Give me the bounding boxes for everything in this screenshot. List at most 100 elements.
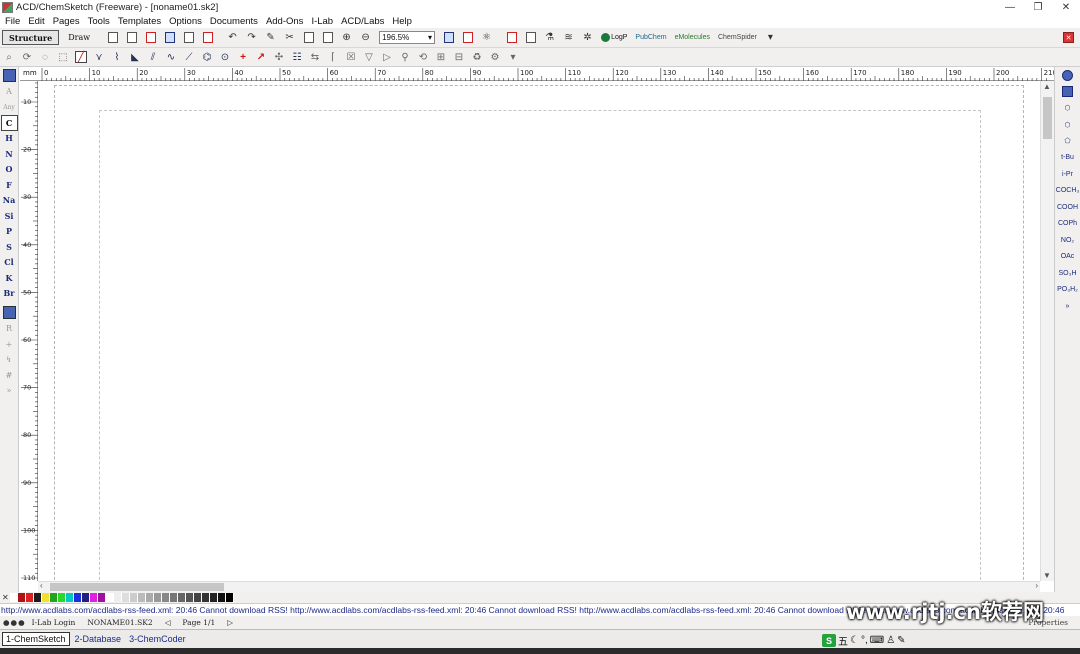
color-swatch[interactable] — [34, 593, 42, 602]
maximize-button[interactable]: ❐ — [1024, 0, 1052, 14]
table-icon[interactable]: ☷ — [291, 51, 303, 63]
name-icon[interactable] — [524, 31, 537, 44]
element-table-icon[interactable] — [2, 306, 16, 319]
search-structure-icon[interactable]: ⌕ — [3, 51, 15, 63]
menu-edit[interactable]: Edit — [24, 16, 48, 27]
rotate-icon[interactable]: ⟳ — [21, 51, 33, 63]
tab-chemsketch[interactable]: 1-ChemSketch — [2, 632, 70, 646]
redo-icon[interactable]: ↷ — [245, 31, 258, 44]
ilab-login-link[interactable]: I-Lab Login — [32, 618, 76, 627]
acd-name-icon[interactable]: ≋ — [562, 31, 575, 44]
color-swatch[interactable] — [154, 593, 162, 602]
color-swatch[interactable] — [10, 593, 18, 602]
wavy-bond-icon[interactable]: ∿ — [165, 51, 177, 63]
zoom-out-icon[interactable]: ⊖ — [359, 31, 372, 44]
molecule-icon[interactable]: ✲ — [581, 31, 594, 44]
flip-horizontal-icon[interactable]: ▷ — [381, 51, 393, 63]
zoom-select[interactable]: 196.5% ▾ — [379, 31, 436, 44]
group-icon[interactable]: ⊟ — [453, 51, 465, 63]
align-icon[interactable]: ⊞ — [435, 51, 447, 63]
group-cooh-button[interactable]: COOH — [1056, 199, 1080, 216]
atom-any-button[interactable]: Any — [1, 100, 18, 116]
group-oac-button[interactable]: OAc — [1056, 249, 1080, 266]
group-i-pr-button[interactable]: i-Pr — [1056, 166, 1080, 183]
horizontal-scroll-thumb[interactable] — [50, 583, 224, 591]
flask-icon[interactable]: ⚗ — [543, 31, 556, 44]
group-coch3-button[interactable]: COCH₃ — [1056, 183, 1080, 200]
color-swatch[interactable] — [226, 593, 234, 602]
template-window-icon[interactable] — [1056, 67, 1080, 84]
scroll-left-icon[interactable]: ‹ — [40, 581, 43, 590]
wedge-bond-icon[interactable]: ◣ — [129, 51, 141, 63]
menu-options[interactable]: Options — [165, 16, 206, 27]
hexagon-ring-icon[interactable]: ⬡ — [1056, 100, 1080, 117]
group-t-bu-button[interactable]: t-Bu — [1056, 150, 1080, 167]
element-o-button[interactable]: O — [1, 162, 18, 178]
chemspider-link[interactable]: ChemSpider — [718, 34, 757, 41]
color-swatch[interactable] — [90, 593, 98, 602]
tools-overflow-icon[interactable]: ▾ — [507, 51, 519, 63]
atom-number-button[interactable]: # — [1, 368, 18, 384]
stereo-bond-icon[interactable]: ⟋ — [183, 51, 195, 63]
punctuation-icon[interactable]: °, — [861, 635, 868, 646]
isotope-button[interactable]: ↯ — [1, 352, 18, 368]
element-na-button[interactable]: Na — [1, 193, 18, 209]
scroll-right-icon[interactable]: › — [1035, 581, 1038, 590]
undo-icon[interactable]: ↶ — [226, 31, 239, 44]
bracket-icon[interactable]: ⌈ — [327, 51, 339, 63]
drawing-canvas[interactable] — [38, 81, 1040, 581]
color-swatch[interactable] — [202, 593, 210, 602]
open-folder-icon[interactable] — [144, 31, 157, 44]
scroll-down-icon[interactable]: ▼ — [1043, 571, 1051, 580]
group-po3h2-button[interactable]: PO₃H₂ — [1056, 282, 1080, 299]
element-p-button[interactable]: P — [1, 224, 18, 240]
color-swatch[interactable] — [170, 593, 178, 602]
close-button[interactable]: ✕ — [1052, 0, 1080, 14]
color-swatch[interactable] — [162, 593, 170, 602]
lasso-icon[interactable]: ◌ — [39, 51, 51, 63]
scroll-up-icon[interactable]: ▲ — [1043, 82, 1051, 91]
horizontal-scrollbar[interactable]: ‹ › — [38, 581, 1040, 592]
clean-structure-icon[interactable]: ✣ — [273, 51, 285, 63]
color-swatch[interactable] — [186, 593, 194, 602]
color-swatch[interactable] — [74, 593, 82, 602]
user-icon[interactable]: ♙ — [886, 635, 895, 646]
element-f-button[interactable]: F — [1, 177, 18, 193]
periodic-table-icon[interactable] — [2, 69, 16, 82]
keyboard-icon[interactable]: ⌨ — [870, 635, 884, 646]
group-coph-button[interactable]: COPh — [1056, 216, 1080, 233]
menu-tools[interactable]: Tools — [84, 16, 114, 27]
color-swatch[interactable] — [130, 593, 138, 602]
element-c-button[interactable]: C — [0, 115, 18, 131]
menu-add-ons[interactable]: Add-Ons — [262, 16, 308, 27]
left-toolbar-overflow[interactable]: » — [1, 383, 18, 399]
pin-icon[interactable]: ⚲ — [399, 51, 411, 63]
menu-i-lab[interactable]: I-Lab — [307, 16, 337, 27]
cut-icon[interactable]: ✂ — [283, 31, 296, 44]
reaction-arrow-icon[interactable]: ⇆ — [309, 51, 321, 63]
plus-charge-icon[interactable]: + — [237, 51, 249, 63]
group-so3h-button[interactable]: SO₃H — [1056, 265, 1080, 282]
element-k-button[interactable]: K — [1, 270, 18, 286]
pentagon-ring-icon[interactable]: ⬠ — [1056, 133, 1080, 150]
logp-link[interactable]: LogP — [601, 33, 627, 42]
hashed-bond-icon[interactable]: ⫽ — [147, 51, 159, 63]
sogou-logo-icon[interactable]: S — [822, 634, 836, 647]
color-swatch[interactable] — [42, 593, 50, 602]
color-swatch[interactable] — [146, 593, 154, 602]
toolbar-overflow-icon[interactable]: ▾ — [764, 31, 777, 44]
color-swatch[interactable] — [194, 593, 202, 602]
add-charge-button[interactable]: + — [1, 337, 18, 353]
spectrum-icon[interactable] — [505, 31, 518, 44]
menu-pages[interactable]: Pages — [49, 16, 84, 27]
emolecules-link[interactable]: eMolecules — [675, 34, 710, 41]
menu-file[interactable]: File — [0, 16, 24, 27]
hexagon-ring-alt-icon[interactable]: ⬡ — [1056, 117, 1080, 134]
element-n-button[interactable]: N — [1, 146, 18, 162]
flip-vertical-icon[interactable]: ▽ — [363, 51, 375, 63]
color-swatch[interactable] — [26, 593, 34, 602]
moon-icon[interactable]: ☾ — [850, 635, 859, 646]
color-swatch[interactable] — [50, 593, 58, 602]
next-page-icon[interactable]: ▷ — [227, 618, 233, 627]
pdf-export-icon[interactable] — [201, 31, 214, 44]
